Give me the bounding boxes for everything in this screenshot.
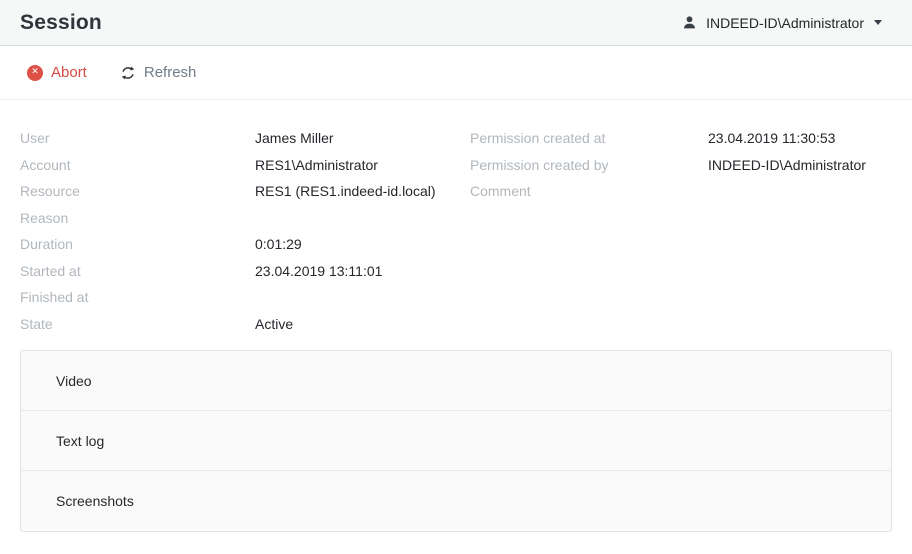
section-screenshots-label: Screenshots bbox=[56, 493, 134, 509]
abort-button[interactable]: ✕ Abort bbox=[27, 64, 87, 81]
detail-row-duration: Duration 0:01:29 bbox=[20, 231, 912, 258]
detail-row-started-at: Started at 23.04.2019 13:11:01 bbox=[20, 258, 912, 285]
field-label: Resource bbox=[20, 178, 255, 205]
detail-row-permission-created-by: Permission created by INDEED-ID\Administ… bbox=[470, 152, 866, 179]
field-label: Permission created by bbox=[470, 152, 708, 179]
detail-row-state: State Active bbox=[20, 311, 912, 338]
detail-row-finished-at: Finished at bbox=[20, 284, 912, 311]
section-screenshots[interactable]: Screenshots bbox=[21, 471, 891, 531]
session-sections-accordion: Video Text log Screenshots bbox=[20, 350, 892, 532]
user-menu-label: INDEED-ID\Administrator bbox=[706, 15, 864, 31]
chevron-down-icon bbox=[874, 20, 882, 25]
detail-row-reason: Reason bbox=[20, 205, 912, 232]
field-value: RES1 (RES1.indeed-id.local) bbox=[255, 178, 436, 205]
field-label: Duration bbox=[20, 231, 255, 258]
field-label: Permission created at bbox=[470, 125, 708, 152]
field-label: User bbox=[20, 125, 255, 152]
field-label: Finished at bbox=[20, 284, 255, 311]
session-details: User James Miller Account RES1\Administr… bbox=[0, 100, 912, 350]
field-value: James Miller bbox=[255, 125, 334, 152]
person-icon bbox=[682, 15, 698, 31]
detail-row-comment: Comment bbox=[470, 178, 866, 205]
field-value: 0:01:29 bbox=[255, 231, 302, 258]
section-video[interactable]: Video bbox=[21, 351, 891, 411]
field-label: Started at bbox=[20, 258, 255, 285]
abort-label: Abort bbox=[51, 64, 87, 81]
field-label: Account bbox=[20, 152, 255, 179]
field-label: State bbox=[20, 311, 255, 338]
detail-row-permission-created-at: Permission created at 23.04.2019 11:30:5… bbox=[470, 125, 866, 152]
details-right-column: Permission created at 23.04.2019 11:30:5… bbox=[470, 125, 866, 205]
field-label: Reason bbox=[20, 205, 255, 232]
user-menu[interactable]: INDEED-ID\Administrator bbox=[682, 15, 882, 31]
page-header: Session INDEED-ID\Administrator bbox=[0, 0, 912, 46]
refresh-label: Refresh bbox=[144, 64, 197, 81]
refresh-icon bbox=[120, 65, 136, 81]
section-text-log-label: Text log bbox=[56, 433, 104, 449]
field-value: INDEED-ID\Administrator bbox=[708, 152, 866, 179]
page-title: Session bbox=[20, 11, 102, 35]
abort-icon: ✕ bbox=[27, 65, 43, 81]
refresh-button[interactable]: Refresh bbox=[120, 64, 197, 81]
field-label: Comment bbox=[470, 178, 708, 205]
field-value: RES1\Administrator bbox=[255, 152, 378, 179]
field-value: 23.04.2019 13:11:01 bbox=[255, 258, 382, 285]
section-video-label: Video bbox=[56, 373, 92, 389]
section-text-log[interactable]: Text log bbox=[21, 411, 891, 471]
field-value: Active bbox=[255, 311, 293, 338]
field-value: 23.04.2019 11:30:53 bbox=[708, 125, 835, 152]
toolbar: ✕ Abort Refresh bbox=[0, 46, 912, 100]
